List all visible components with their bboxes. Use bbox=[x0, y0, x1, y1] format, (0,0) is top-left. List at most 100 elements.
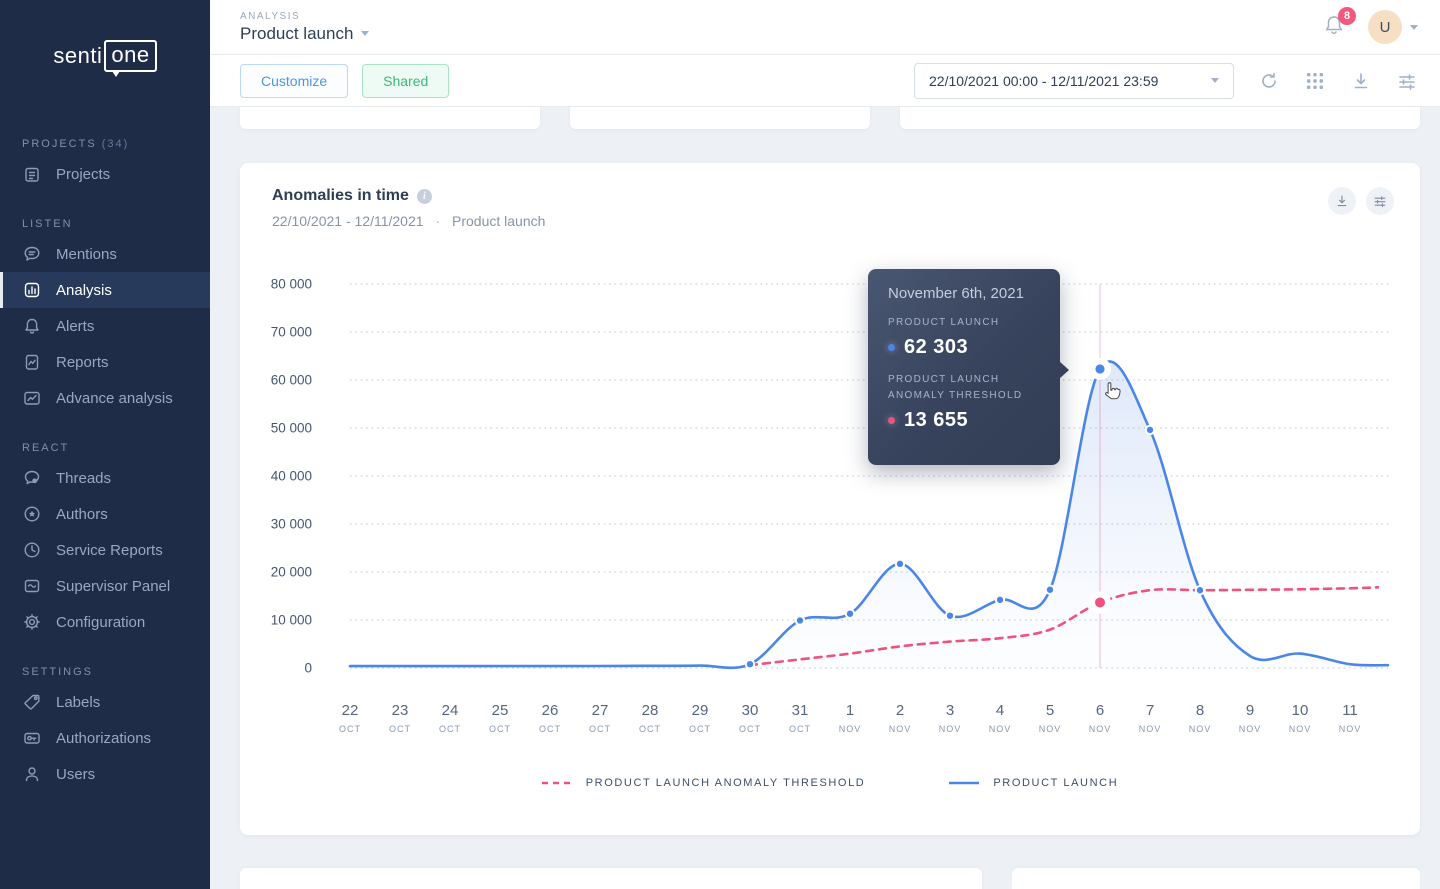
x-axis-month: NOV bbox=[1339, 724, 1362, 734]
x-axis-day: 27 bbox=[592, 702, 609, 719]
avatar[interactable]: U bbox=[1368, 10, 1402, 44]
chevron-down-icon bbox=[361, 31, 369, 36]
alerts-icon bbox=[22, 316, 42, 336]
main-column: ANALYSIS Product launch 8 U bbox=[210, 0, 1440, 889]
x-axis-day: 4 bbox=[996, 702, 1004, 719]
data-point[interactable] bbox=[746, 660, 754, 668]
notifications-button[interactable]: 8 bbox=[1322, 13, 1346, 42]
x-axis-month: NOV bbox=[1139, 724, 1162, 734]
projects-icon bbox=[22, 164, 42, 184]
x-axis-month: NOV bbox=[1189, 724, 1212, 734]
active-data-point[interactable] bbox=[1095, 364, 1104, 373]
anomalies-line-chart[interactable]: 80 00070 00060 00050 00040 00030 00020 0… bbox=[240, 263, 1420, 743]
sidebar-item-mentions[interactable]: Mentions bbox=[0, 236, 210, 272]
sliders-icon bbox=[1373, 194, 1387, 208]
logo-text-right: one bbox=[104, 40, 156, 72]
y-axis-tick: 10 000 bbox=[271, 613, 312, 628]
sidebar-item-users[interactable]: Users bbox=[0, 756, 210, 792]
chart-tooltip: November 6th, 2021 PRODUCT LAUNCH 62 303… bbox=[868, 269, 1060, 465]
x-axis-month: NOV bbox=[1239, 724, 1262, 734]
data-point[interactable] bbox=[1046, 586, 1054, 594]
data-point[interactable] bbox=[1196, 586, 1204, 594]
sidebar-item-authors[interactable]: Authors bbox=[0, 496, 210, 532]
top-header: ANALYSIS Product launch 8 U bbox=[210, 0, 1440, 55]
legend-item-product-launch[interactable]: PRODUCT LAUNCH bbox=[949, 777, 1118, 789]
data-point[interactable] bbox=[896, 560, 904, 568]
info-icon[interactable]: i bbox=[417, 189, 432, 204]
sidebar-item-alerts[interactable]: Alerts bbox=[0, 308, 210, 344]
sidebar-item-service-reports[interactable]: Service Reports bbox=[0, 532, 210, 568]
sidebar-item-reports[interactable]: Reports bbox=[0, 344, 210, 380]
x-axis-day: 25 bbox=[492, 702, 509, 719]
x-axis-day: 3 bbox=[946, 702, 954, 719]
sentione-logo[interactable]: senti one bbox=[0, 0, 210, 112]
x-axis-day: 11 bbox=[1342, 702, 1358, 719]
widgets-grid-button[interactable] bbox=[1304, 70, 1326, 92]
sliders-icon bbox=[1397, 71, 1417, 91]
x-axis-day: 23 bbox=[392, 702, 409, 719]
analysis-icon bbox=[22, 280, 42, 300]
data-point[interactable] bbox=[996, 596, 1004, 604]
data-point[interactable] bbox=[946, 611, 954, 619]
download-icon bbox=[1351, 71, 1371, 91]
customize-button[interactable]: Customize bbox=[240, 64, 348, 98]
sidebar-item-analysis[interactable]: Analysis bbox=[0, 272, 210, 308]
data-point[interactable] bbox=[796, 616, 804, 624]
sidebar-item-threads[interactable]: Threads bbox=[0, 460, 210, 496]
x-axis-day: 5 bbox=[1046, 702, 1054, 719]
data-point[interactable] bbox=[846, 610, 854, 618]
advance-analysis-icon bbox=[22, 388, 42, 408]
sidebar-item-configuration[interactable]: Configuration bbox=[0, 604, 210, 640]
chart-download-button[interactable] bbox=[1328, 187, 1356, 215]
chart-settings-button[interactable] bbox=[1366, 187, 1394, 215]
x-axis-day: 1 bbox=[846, 702, 854, 719]
analysis-title-dropdown[interactable]: Product launch bbox=[240, 24, 369, 44]
sidebar-section: PROJECTS (34)Projects bbox=[0, 138, 210, 192]
x-axis-day: 28 bbox=[642, 702, 659, 719]
chart-subtitle-project: Product launch bbox=[452, 213, 545, 229]
configuration-icon bbox=[22, 612, 42, 632]
blue-dot-icon bbox=[888, 344, 895, 351]
x-axis-day: 2 bbox=[896, 702, 904, 719]
x-axis-day: 29 bbox=[692, 702, 709, 719]
sidebar-item-projects[interactable]: Projects bbox=[0, 156, 210, 192]
reports-icon bbox=[22, 352, 42, 372]
x-axis-month: OCT bbox=[689, 724, 711, 734]
tooltip-series1-value: 62 303 bbox=[904, 336, 968, 359]
stat-card bbox=[570, 107, 870, 129]
sidebar-sections: PROJECTS (34)Projects LISTEN MentionsAnal… bbox=[0, 138, 210, 792]
sidebar-section-heading: PROJECTS (34) bbox=[0, 138, 210, 156]
data-point[interactable] bbox=[1146, 426, 1154, 434]
refresh-button[interactable] bbox=[1258, 70, 1280, 92]
sidebar-item-authorizations[interactable]: Authorizations bbox=[0, 720, 210, 756]
sidebar-item-labels[interactable]: Labels bbox=[0, 684, 210, 720]
shared-button[interactable]: Shared bbox=[362, 64, 449, 98]
y-axis-tick: 70 000 bbox=[271, 325, 312, 340]
y-axis-tick: 50 000 bbox=[271, 421, 312, 436]
sidebar-section-heading: LISTEN bbox=[0, 218, 210, 236]
legend-item-threshold[interactable]: PRODUCT LAUNCH ANOMALY THRESHOLD bbox=[542, 777, 866, 789]
export-button[interactable] bbox=[1350, 70, 1372, 92]
x-axis-month: NOV bbox=[839, 724, 862, 734]
tooltip-series1-label: PRODUCT LAUNCH bbox=[888, 315, 1040, 331]
content-area: Anomalies in time i 22/10/2021 - 12/11/2… bbox=[210, 107, 1440, 889]
anomalies-chart-card: Anomalies in time i 22/10/2021 - 12/11/2… bbox=[240, 163, 1420, 835]
x-axis-day: 30 bbox=[742, 702, 759, 719]
dashboard-settings-button[interactable] bbox=[1396, 70, 1418, 92]
x-axis-month: OCT bbox=[389, 724, 411, 734]
sidebar-item-supervisor-panel[interactable]: Supervisor Panel bbox=[0, 568, 210, 604]
date-range-select[interactable]: 22/10/2021 00:00 - 12/11/2021 23:59 bbox=[914, 63, 1234, 99]
stat-card bbox=[240, 107, 540, 129]
sidebar-item-advance-analysis[interactable]: Advance analysis bbox=[0, 380, 210, 416]
x-axis-month: OCT bbox=[639, 724, 661, 734]
active-threshold-point[interactable] bbox=[1095, 597, 1105, 607]
logo-text-left: senti bbox=[53, 43, 102, 69]
bottom-cards bbox=[240, 868, 1420, 889]
user-menu-chevron-icon[interactable] bbox=[1410, 25, 1418, 30]
x-axis-month: OCT bbox=[489, 724, 511, 734]
pink-dot-icon bbox=[888, 417, 895, 424]
x-axis-day: 10 bbox=[1292, 702, 1309, 719]
x-axis-day: 8 bbox=[1196, 702, 1204, 719]
sidebar-section: REACT ThreadsAuthorsService ReportsSuper… bbox=[0, 442, 210, 640]
x-axis-month: NOV bbox=[939, 724, 962, 734]
